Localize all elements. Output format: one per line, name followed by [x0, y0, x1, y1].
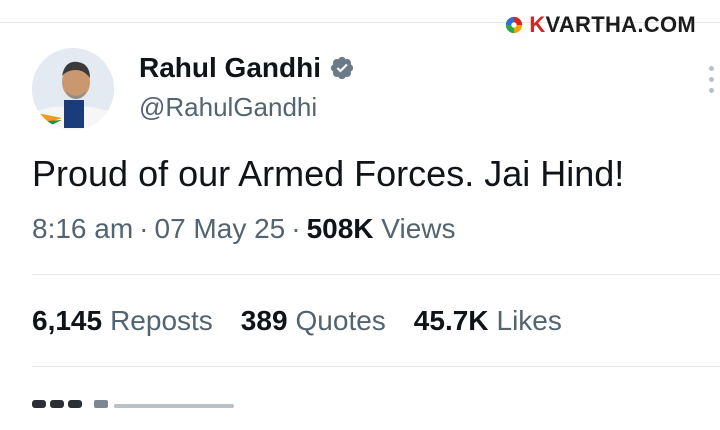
likes-label: Likes: [496, 305, 562, 336]
engagement-stats: 6,145 Reposts 389 Quotes 45.7K Likes: [32, 305, 562, 337]
reposts-stat[interactable]: 6,145 Reposts: [32, 305, 213, 337]
tweet-time[interactable]: 8:16 am: [32, 213, 133, 244]
watermark-letter-k: K: [529, 12, 546, 37]
reposts-label: Reposts: [110, 305, 213, 336]
divider: [32, 274, 720, 275]
views-label: Views: [381, 213, 456, 244]
quotes-label: Quotes: [295, 305, 386, 336]
meta-separator: ·: [139, 213, 149, 244]
quotes-count: 389: [240, 305, 288, 336]
kvartha-logo-icon: [506, 16, 523, 34]
author-name[interactable]: Rahul Gandhi: [139, 52, 321, 84]
kvartha-watermark: KVARTHA.COM: [505, 12, 696, 38]
author-row: Rahul Gandhi: [139, 52, 355, 84]
tweet-meta: 8:16 am · 07 May 25 · 508K Views: [32, 213, 455, 245]
more-options-button[interactable]: [709, 66, 714, 93]
cropped-text-fragment: [32, 400, 234, 408]
views-count: 508K: [306, 213, 374, 244]
watermark-text: VARTHA.COM: [545, 12, 696, 37]
meta-separator: ·: [291, 213, 301, 244]
likes-stat[interactable]: 45.7K Likes: [414, 305, 562, 337]
avatar[interactable]: [32, 48, 114, 130]
divider: [32, 366, 720, 367]
bookmarks-stat-cropped: [32, 392, 332, 408]
quotes-stat[interactable]: 389 Quotes: [241, 305, 386, 337]
likes-count: 45.7K: [413, 305, 489, 336]
verified-badge-icon: [330, 56, 354, 80]
author-handle[interactable]: @RahulGandhi: [139, 92, 317, 123]
reposts-count: 6,145: [32, 305, 103, 336]
avatar-image: [32, 48, 114, 130]
tweet-text: Proud of our Armed Forces. Jai Hind!: [32, 153, 625, 194]
tweet-date[interactable]: 07 May 25: [155, 213, 286, 244]
more-options-icon: [709, 66, 714, 71]
